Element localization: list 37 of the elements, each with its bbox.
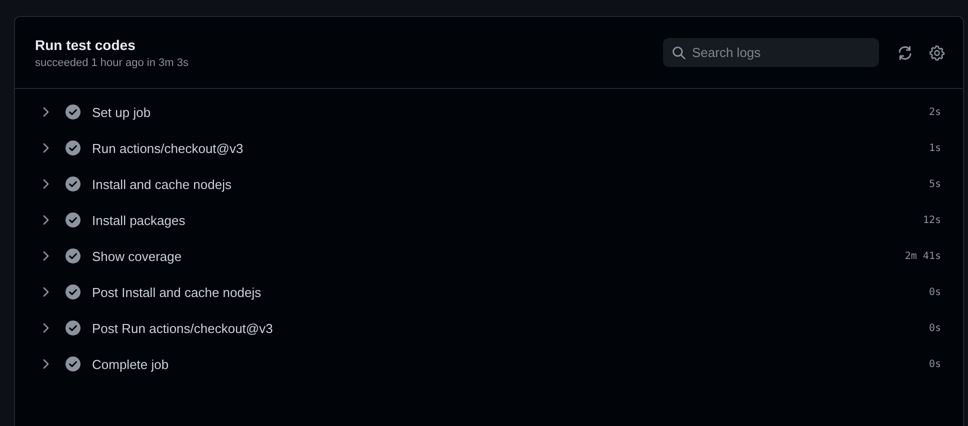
step-row[interactable]: Set up job 2s xyxy=(15,94,963,130)
step-name: Show coverage xyxy=(92,248,183,264)
step-row[interactable]: Run actions/checkout@v3 1s xyxy=(15,130,963,166)
check-circle-icon xyxy=(65,356,81,372)
step-name: Run actions/checkout@v3 xyxy=(92,140,244,156)
refresh-icon xyxy=(897,44,913,60)
step-name: Install and cache nodejs xyxy=(92,176,232,192)
step-duration: 2s xyxy=(928,106,941,118)
step-row[interactable]: Install packages 12s xyxy=(15,202,963,238)
step-duration: 0s xyxy=(928,286,941,298)
check-circle-icon xyxy=(65,320,81,336)
step-row[interactable]: Post Run actions/checkout@v3 0s xyxy=(15,310,963,346)
step-row[interactable]: Show coverage 2m 41s xyxy=(15,238,963,274)
check-circle-icon xyxy=(65,284,81,300)
step-duration: 1s xyxy=(928,142,941,154)
check-circle-icon xyxy=(65,104,81,120)
step-name: Install packages xyxy=(92,212,186,228)
job-title: Run test codes xyxy=(35,36,136,52)
step-row[interactable]: Install and cache nodejs 5s xyxy=(15,166,963,202)
job-summary: succeeded 1 hour ago in 3m 3s xyxy=(35,56,190,68)
step-row[interactable]: Complete job 0s xyxy=(15,346,963,382)
step-duration: 2m 41s xyxy=(904,250,941,262)
check-circle-icon xyxy=(65,248,81,264)
step-duration: 12s xyxy=(922,214,941,226)
step-name: Post Run actions/checkout@v3 xyxy=(92,320,274,336)
step-name: Complete job xyxy=(92,356,170,372)
step-row[interactable]: Post Install and cache nodejs 0s xyxy=(15,274,963,310)
step-duration: 0s xyxy=(928,322,941,334)
step-duration: 5s xyxy=(928,178,941,190)
check-circle-icon xyxy=(65,140,81,156)
search-field[interactable]: Search logs xyxy=(663,38,879,67)
check-circle-icon xyxy=(65,212,81,228)
step-duration: 0s xyxy=(928,358,941,370)
check-circle-icon xyxy=(65,176,81,192)
gear-icon xyxy=(929,44,945,60)
step-name: Post Install and cache nodejs xyxy=(92,284,262,300)
step-name: Set up job xyxy=(92,104,152,120)
